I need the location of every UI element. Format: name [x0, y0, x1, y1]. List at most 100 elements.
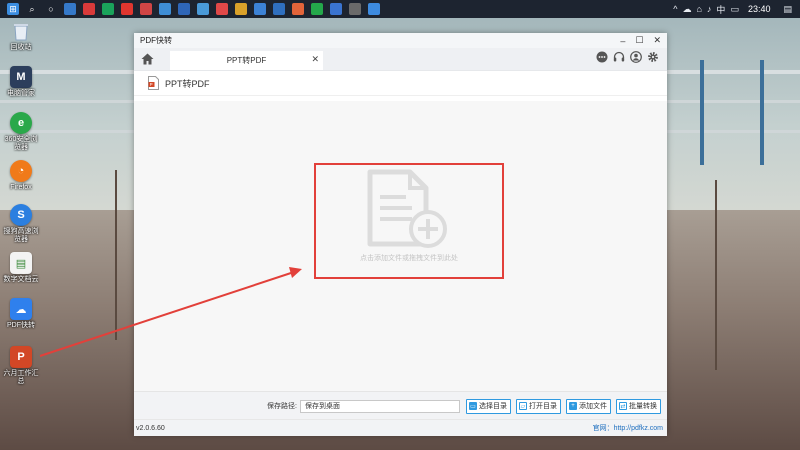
desktop-icon-recycle-bin[interactable]: 回收站 [3, 20, 39, 52]
header-tools [596, 51, 659, 63]
taskbar-app-icon[interactable] [159, 3, 171, 15]
desktop-icon-june-summary[interactable]: P 六月工作汇总 [3, 346, 39, 386]
task-view-icon[interactable]: ○ [45, 3, 57, 15]
chat-icon[interactable] [596, 51, 608, 63]
select-directory-button[interactable]: ▭ 选择目录 [465, 398, 511, 414]
window-controls: – ☐ ✕ [620, 33, 661, 48]
section-title: PPT转PDF [165, 78, 210, 89]
folder-open-icon: ▱ [518, 402, 527, 410]
wallpaper-tree [715, 180, 717, 370]
battery-icon[interactable]: ▭ [730, 4, 739, 15]
taskbar-app-icon[interactable] [140, 3, 152, 15]
tab-close-icon[interactable]: ✕ [311, 54, 319, 65]
maximize-icon[interactable]: ☐ [635, 35, 643, 46]
desktop-icon-label: 回收站 [10, 44, 32, 51]
tab-ppt-to-pdf[interactable]: PPT转PDF ✕ [170, 51, 323, 70]
chevron-up-icon[interactable]: ^ [673, 4, 677, 14]
taskbar-app-icon[interactable] [235, 3, 247, 15]
recycle-bin-icon [10, 20, 32, 42]
pdfkz-window: PDF快转 – ☐ ✕ PPT转PDF ✕ P PPT转PDF 点击添加文件或拖… [134, 33, 667, 436]
desktop-icon-pdfkz[interactable]: ☁ PDF快转 [3, 298, 39, 330]
firefox-icon: ◔ [10, 160, 32, 182]
start-icon[interactable]: ⊞ [7, 3, 19, 15]
status-bar: v2.0.6.60 官网：http://pdfkz.com [134, 419, 667, 436]
search-icon[interactable]: ⌕ [26, 3, 38, 15]
ppt-file-icon: P [10, 346, 32, 368]
taskbar-app-icon[interactable] [64, 3, 76, 15]
desktop-icon-doc-cloud[interactable]: ▤ 数字文档云 [3, 252, 39, 284]
section-header: P PPT转PDF [134, 71, 667, 96]
file-drop-area[interactable]: 点击添加文件或拖拽文件到此处 [134, 101, 667, 391]
taskbar-app-icon[interactable] [292, 3, 304, 15]
sogou-browser-icon: S [10, 204, 32, 226]
cloud-icon[interactable]: ☁ [682, 4, 691, 15]
save-path-label: 保存路径: [267, 403, 297, 410]
button-label: 选择目录 [478, 403, 507, 410]
convert-icon: ⇄ [618, 402, 627, 410]
wallpaper-post [700, 60, 704, 165]
button-label: 打开目录 [528, 403, 557, 410]
taskbar-app-icon[interactable] [197, 3, 209, 15]
desktop-icon-sogou-browser[interactable]: S 搜狗高速浏览器 [3, 204, 39, 244]
notification-icon[interactable]: ▤ [783, 4, 792, 15]
taskbar-app-icon[interactable] [216, 3, 228, 15]
desktop-icon-label: 数字文档云 [3, 276, 39, 283]
input-language[interactable]: 中 [716, 3, 725, 16]
taskbar-app-icon[interactable] [349, 3, 361, 15]
browser-360-icon: e [10, 112, 32, 134]
wallpaper-tree [115, 170, 117, 340]
desktop-icon-pc-manager[interactable]: M 电脑管家 [3, 66, 39, 98]
save-path-input[interactable] [299, 399, 460, 413]
desktop-icon-label: 六月工作汇总 [3, 370, 39, 385]
window-title: PDF快转 [140, 36, 172, 45]
volume-icon[interactable]: ♪ [707, 4, 712, 14]
desktop-icon-label: 电脑管家 [7, 90, 35, 97]
tab-bar: PPT转PDF ✕ [134, 48, 667, 71]
drop-highlight-box[interactable]: 点击添加文件或拖拽文件到此处 [314, 163, 504, 279]
taskbar-app-icon[interactable] [102, 3, 114, 15]
desktop-icon-label: 搜狗高速浏览器 [3, 228, 39, 243]
taskbar-app-icon[interactable] [121, 3, 133, 15]
batch-convert-button[interactable]: ⇄ 批量转换 [615, 398, 661, 414]
desktop-icon-label: Firefox [10, 184, 32, 191]
close-icon[interactable]: ✕ [653, 35, 661, 46]
button-label: 批量转换 [628, 403, 657, 410]
headset-icon[interactable] [613, 51, 625, 63]
window-titlebar[interactable]: PDF快转 – ☐ ✕ [134, 33, 667, 48]
desktop-icon-360-browser[interactable]: e 360安全浏览器 [3, 112, 39, 152]
network-icon[interactable]: ⌂ [696, 4, 701, 14]
minimize-icon[interactable]: – [620, 36, 625, 46]
document-plus-icon[interactable] [364, 169, 454, 256]
desktop-icon-label: PDF快转 [7, 322, 35, 329]
taskbar-app-icon[interactable] [273, 3, 285, 15]
gear-icon[interactable] [647, 51, 659, 63]
drop-hint-text: 点击添加文件或拖拽文件到此处 [360, 255, 458, 262]
user-icon[interactable] [630, 51, 642, 63]
taskbar-clock[interactable]: 23:40 [748, 4, 771, 14]
button-label: 添加文件 [578, 403, 607, 410]
wallpaper-post [760, 60, 764, 165]
ppt-file-icon: P [148, 76, 159, 90]
taskbar-app-icon[interactable] [254, 3, 266, 15]
taskbar-app-icon[interactable] [178, 3, 190, 15]
desktop-icon-firefox[interactable]: ◔ Firefox [3, 160, 39, 192]
version-text: v2.0.6.60 [136, 424, 165, 432]
taskbar-app-icon[interactable] [311, 3, 323, 15]
website-link[interactable]: 官网：http://pdfkz.com [593, 423, 663, 433]
pdfkz-icon: ☁ [10, 298, 32, 320]
doc-cloud-icon: ▤ [10, 252, 32, 274]
open-directory-button[interactable]: ▱ 打开目录 [515, 398, 561, 414]
folder-icon: ▭ [468, 402, 477, 410]
taskbar-app-icon[interactable] [330, 3, 342, 15]
pc-manager-icon: M [10, 66, 32, 88]
svg-text:P: P [150, 82, 153, 87]
taskbar: ⊞ ⌕ ○ ^ ☁ ⌂ ♪ 中 ▭ 23:40 ▤ [0, 0, 800, 18]
taskbar-app-icon[interactable] [368, 3, 380, 15]
tab-label: PPT转PDF [226, 56, 267, 65]
desktop-icon-label: 360安全浏览器 [4, 136, 38, 151]
action-bar: 保存路径: ▭ 选择目录 ▱ 打开目录 + 添加文件 ⇄ 批量转换 [134, 391, 667, 420]
system-tray: ^ ☁ ⌂ ♪ 中 ▭ 23:40 ▤ [673, 3, 800, 16]
add-file-button[interactable]: + 添加文件 [565, 398, 611, 414]
taskbar-app-icon[interactable] [83, 3, 95, 15]
home-icon[interactable] [140, 52, 154, 66]
